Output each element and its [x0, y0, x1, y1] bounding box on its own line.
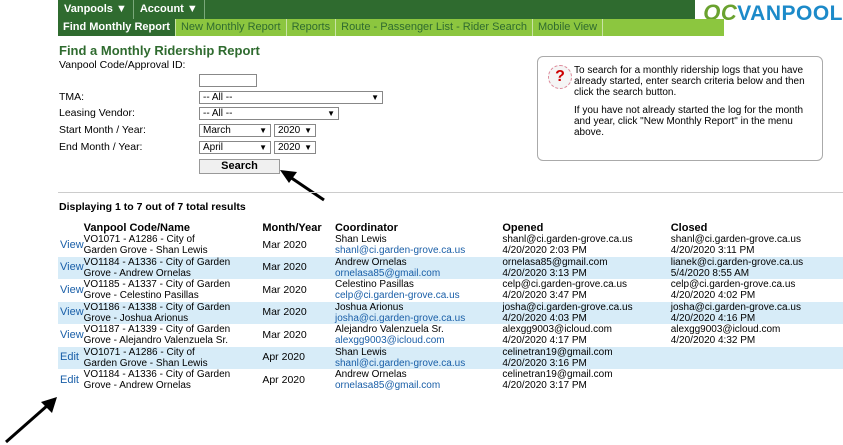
coordinator-email-link[interactable]: shanl@ci.garden-grove.ca.us — [335, 358, 502, 369]
results-count: Displaying 1 to 7 out of 7 total results — [59, 201, 246, 213]
table-row: Edit VO1184 - A1336 - City of Garden Grov… — [58, 369, 843, 392]
vanpool-name-cell: VO1071 - A1286 - City of Garden Grove - S… — [83, 346, 263, 369]
col-month-year: Month/Year — [262, 222, 322, 234]
closed-cell: lianek@ci.garden-grove.ca.us 5/4/2020 8:5… — [670, 256, 843, 279]
col-coordinator: Coordinator — [334, 222, 398, 234]
coordinator-cell: Joshua Arionus josha@ci.garden-grove.ca.u… — [334, 301, 503, 324]
opened-cell: celinetran19@gmail.com 4/20/2020 3:17 PM — [502, 369, 613, 391]
view-link[interactable]: View — [58, 324, 84, 347]
table-row: View VO1184 - A1336 - City of Garden Grov… — [58, 256, 843, 279]
arrow-to-edit-icon — [5, 397, 57, 444]
col-vanpool-code-name: Vanpool Code/Name — [83, 222, 191, 234]
month-cell: Mar 2020 — [262, 238, 307, 251]
vanpool-name-cell: VO1071 - A1286 - City of Garden Grove - S… — [83, 234, 208, 256]
opened-cell: josha@ci.garden-grove.ca.us 4/20/2020 4:0… — [502, 301, 671, 324]
coordinator-email-link[interactable]: alexgg9003@icloud.com — [335, 335, 502, 346]
coordinator-email-link[interactable]: ornelasa85@gmail.com — [335, 380, 502, 391]
results-table: Vanpool Code/Name Month/Year Coordinator… — [58, 219, 843, 392]
opened-cell: alexgg9003@icloud.com 4/20/2020 4:17 PM — [502, 324, 613, 346]
view-link[interactable]: View — [58, 301, 84, 324]
coordinator-cell: Shan Lewis shanl@ci.garden-grove.ca.us — [334, 346, 503, 369]
col-opened: Opened — [502, 222, 544, 234]
month-cell: Mar 2020 — [262, 256, 335, 279]
vanpool-name-cell: VO1185 - A1337 - City of Garden Grove - C… — [83, 279, 231, 301]
opened-cell: shanl@ci.garden-grove.ca.us 4/20/2020 2:0… — [502, 234, 633, 256]
table-row: View VO1186 - A1338 - City of Garden Grov… — [58, 301, 843, 324]
table-row: View VO1071 - A1286 - City of Garden Grov… — [58, 234, 843, 257]
closed-cell — [671, 369, 843, 392]
coordinator-cell: Andrew Ornelas ornelasa85@gmail.com — [334, 256, 503, 279]
edit-link[interactable]: Edit — [58, 369, 84, 392]
vanpool-name-cell: VO1184 - A1336 - City of Garden Grove - A… — [83, 369, 231, 391]
closed-cell — [670, 346, 843, 369]
table-row: Edit VO1071 - A1286 - City of Garden Grov… — [58, 346, 843, 369]
table-header: Vanpool Code/Name Month/Year Coordinator… — [58, 219, 843, 234]
coordinator-cell: Shan Lewis shanl@ci.garden-grove.ca.us — [335, 234, 502, 257]
coordinator-email-link[interactable]: josha@ci.garden-grove.ca.us — [335, 313, 502, 324]
vanpool-name-cell: VO1186 - A1338 - City of Garden Grove - J… — [83, 301, 263, 324]
view-link[interactable]: View — [58, 234, 84, 257]
coordinator-email-link[interactable]: celp@ci.garden-grove.ca.us — [335, 290, 502, 301]
month-cell: Mar 2020 — [262, 283, 307, 296]
coordinator-email-link[interactable]: shanl@ci.garden-grove.ca.us — [335, 245, 502, 256]
month-cell: Apr 2020 — [262, 346, 335, 369]
edit-link[interactable]: Edit — [58, 346, 84, 369]
col-closed: Closed — [670, 222, 708, 234]
vanpool-name-cell: VO1187 - A1339 - City of Garden Grove - A… — [83, 324, 231, 346]
vanpool-name-cell: VO1184 - A1336 - City of Garden Grove - A… — [83, 256, 263, 279]
view-link[interactable]: View — [58, 279, 84, 302]
arrow-to-search-icon — [280, 170, 325, 202]
divider — [58, 192, 843, 193]
closed-cell: josha@ci.garden-grove.ca.us 4/20/2020 4:1… — [670, 301, 843, 324]
month-cell: Mar 2020 — [262, 301, 335, 324]
opened-cell: celinetran19@gmail.com 4/20/2020 3:16 PM — [502, 346, 671, 369]
col-action — [58, 219, 84, 234]
closed-cell: celp@ci.garden-grove.ca.us 4/20/2020 4:02… — [670, 279, 796, 301]
table-row: View VO1185 - A1337 - City of Garden Grov… — [58, 279, 843, 302]
closed-cell: alexgg9003@icloud.com 4/20/2020 4:32 PM — [670, 324, 781, 346]
closed-cell: shanl@ci.garden-grove.ca.us 4/20/2020 3:1… — [670, 234, 801, 256]
month-cell: Apr 2020 — [262, 373, 305, 386]
coordinator-cell: Alejandro Valenzuela Sr. alexgg9003@iclou… — [335, 324, 502, 347]
opened-cell: ornelasa85@gmail.com 4/20/2020 3:13 PM — [502, 256, 671, 279]
coordinator-email-link[interactable]: ornelasa85@gmail.com — [335, 268, 502, 279]
coordinator-cell: Celestino Pasillas celp@ci.garden-grove.c… — [335, 279, 502, 302]
month-cell: Mar 2020 — [262, 328, 307, 341]
opened-cell: celp@ci.garden-grove.ca.us 4/20/2020 3:47… — [502, 279, 628, 301]
table-row: View VO1187 - A1339 - City of Garden Grov… — [58, 324, 843, 347]
view-link[interactable]: View — [58, 256, 84, 279]
coordinator-cell: Andrew Ornelas ornelasa85@gmail.com — [335, 369, 502, 392]
